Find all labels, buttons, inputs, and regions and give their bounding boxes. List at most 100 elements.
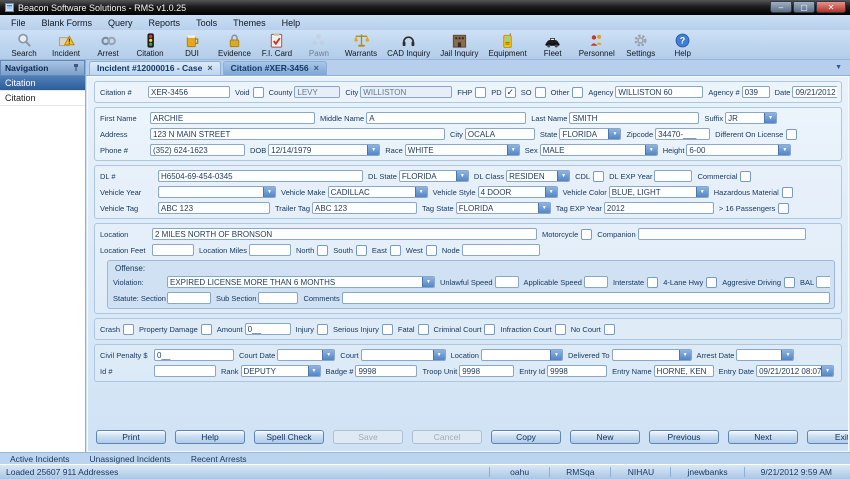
- print-button[interactable]: Print: [96, 430, 166, 444]
- exit-button[interactable]: Exit: [807, 430, 849, 444]
- violation-input[interactable]: EXPIRED LICENSE MORE THAN 6 MONTHS: [168, 277, 422, 287]
- serious-injury-checkbox[interactable]: [382, 324, 393, 335]
- tag-exp-year-input[interactable]: 2012: [604, 202, 714, 214]
- vehicle-tag-input[interactable]: ABC 123: [158, 202, 270, 214]
- dl-state-dropdown-icon[interactable]: ▼: [456, 171, 468, 181]
- dl-class-dropdown-icon[interactable]: ▼: [557, 171, 569, 181]
- vehicle-style-input[interactable]: 4 DOOR: [479, 187, 545, 197]
- tab-overflow-icon[interactable]: ▼: [835, 64, 842, 71]
- toolbar-evidence[interactable]: Evidence: [213, 32, 256, 58]
- so-checkbox[interactable]: [535, 87, 546, 98]
- unlawful-speed-input[interactable]: [495, 276, 519, 288]
- vehicle-year-dropdown-icon[interactable]: ▼: [263, 187, 275, 197]
- criminal-court-checkbox[interactable]: [484, 324, 495, 335]
- delivered-to-dropdown-icon[interactable]: ▼: [679, 350, 691, 360]
- companion-input[interactable]: [638, 228, 806, 240]
- north-checkbox[interactable]: [317, 245, 328, 256]
- middle-name-input[interactable]: A: [366, 112, 526, 124]
- toolbar-incident[interactable]: Incident: [45, 32, 87, 58]
- sub-section-input[interactable]: [258, 292, 298, 304]
- dl-state-input[interactable]: FLORIDA: [400, 171, 456, 181]
- suffix-dropdown-icon[interactable]: ▼: [764, 113, 776, 123]
- toolbar-personnel[interactable]: Personnel: [574, 32, 620, 58]
- toolbar-citation[interactable]: Citation: [129, 32, 171, 58]
- dl-number-input[interactable]: H6504-69-454-0345: [158, 170, 363, 182]
- bottom-tab-active-incidents[interactable]: Active Incidents: [10, 454, 70, 464]
- agency-input[interactable]: WILLISTON 60: [615, 86, 703, 98]
- location-input[interactable]: 2 MILES NORTH OF BRONSON: [152, 228, 537, 240]
- court-dropdown-icon[interactable]: ▼: [433, 350, 445, 360]
- different-on-license-checkbox[interactable]: [786, 129, 797, 140]
- menu-item-blank-forms[interactable]: Blank Forms: [34, 18, 101, 28]
- comments-input[interactable]: [342, 292, 830, 304]
- state-dropdown-icon[interactable]: ▼: [608, 129, 620, 139]
- toolbar-search[interactable]: Search: [3, 32, 45, 58]
- toolbar-jail-inquiry[interactable]: Jail Inquiry: [435, 32, 483, 58]
- toolbar-help[interactable]: ?Help: [662, 32, 704, 58]
- arrest-date-dropdown-icon[interactable]: ▼: [781, 350, 793, 360]
- citation-date-input[interactable]: 09/21/2012 08:05: [793, 87, 837, 97]
- toolbar-settings[interactable]: Settings: [620, 32, 662, 58]
- vehicle-color-input[interactable]: BLUE, LIGHT: [610, 187, 696, 197]
- new-button[interactable]: New: [570, 430, 640, 444]
- south-checkbox[interactable]: [356, 245, 367, 256]
- toolbar-dui[interactable]: DUI: [171, 32, 213, 58]
- toolbar-warrants[interactable]: Warrants: [340, 32, 382, 58]
- rank-dropdown-icon[interactable]: ▼: [308, 366, 320, 376]
- property-damage-checkbox[interactable]: [201, 324, 212, 335]
- id-number-input[interactable]: [154, 365, 216, 377]
- next-button[interactable]: Next: [728, 430, 798, 444]
- tag-state-input[interactable]: FLORIDA: [457, 203, 538, 213]
- maximize-button[interactable]: ▢: [793, 1, 815, 13]
- toolbar-pawn[interactable]: Pawn: [298, 32, 340, 58]
- race-input[interactable]: WHITE: [406, 145, 507, 155]
- cancel-button[interactable]: Cancel: [412, 430, 482, 444]
- sex-dropdown-icon[interactable]: ▼: [645, 145, 657, 155]
- pin-icon[interactable]: [72, 63, 80, 74]
- delivered-to-input[interactable]: [613, 350, 679, 360]
- city-input[interactable]: OCALA: [465, 128, 535, 140]
- rank-input[interactable]: DEPUTY: [242, 366, 308, 376]
- interstate-checkbox[interactable]: [647, 277, 658, 288]
- crash-checkbox[interactable]: [123, 324, 134, 335]
- void-checkbox[interactable]: [253, 87, 264, 98]
- tab-close-icon[interactable]: ×: [314, 64, 319, 72]
- first-name-input[interactable]: ARCHIE: [150, 112, 315, 124]
- civil-penalty-input[interactable]: 0__: [154, 349, 234, 361]
- commercial-checkbox[interactable]: [740, 171, 751, 182]
- entry-date-input[interactable]: 09/21/2012 08:07: [757, 366, 821, 376]
- court-date-input[interactable]: [278, 350, 322, 360]
- height-dropdown-icon[interactable]: ▼: [778, 145, 790, 155]
- height-input[interactable]: 6-00: [687, 145, 778, 155]
- badge-number-input[interactable]: 9998: [355, 365, 417, 377]
- help-button[interactable]: Help: [175, 430, 245, 444]
- sidebar-item-citation-0[interactable]: Citation: [0, 76, 85, 91]
- motorcycle-checkbox[interactable]: [581, 229, 592, 240]
- bottom-tab-unassigned-incidents[interactable]: Unassigned Incidents: [90, 454, 171, 464]
- vehicle-make-dropdown-icon[interactable]: ▼: [415, 187, 427, 197]
- applicable-speed-input[interactable]: [584, 276, 608, 288]
- hazardous-material-checkbox[interactable]: [782, 187, 793, 198]
- court-input[interactable]: [362, 350, 433, 360]
- phone-input[interactable]: (352) 624-1623: [150, 144, 245, 156]
- citation-number-input[interactable]: XER-3456: [148, 86, 230, 98]
- vehicle-style-dropdown-icon[interactable]: ▼: [545, 187, 557, 197]
- city-issued-input[interactable]: WILLISTON: [360, 86, 452, 98]
- copy-button[interactable]: Copy: [491, 430, 561, 444]
- fatal-checkbox[interactable]: [418, 324, 429, 335]
- over-16-passengers-checkbox[interactable]: [778, 203, 789, 214]
- dl-class-input[interactable]: RESIDEN: [507, 171, 557, 181]
- toolbar-equipment[interactable]: Equipment: [483, 32, 531, 58]
- injury-checkbox[interactable]: [317, 324, 328, 335]
- suffix-input[interactable]: JR: [726, 113, 764, 123]
- dl-exp-year-input[interactable]: [654, 170, 692, 182]
- toolbar-arrest[interactable]: Arrest: [87, 32, 129, 58]
- node-input[interactable]: [462, 244, 540, 256]
- statute-section-input[interactable]: [167, 292, 211, 304]
- menu-item-themes[interactable]: Themes: [225, 18, 274, 28]
- close-button[interactable]: ✕: [816, 1, 846, 13]
- tab-incident-12000016-case[interactable]: Incident #12000016 - Case×: [89, 61, 221, 75]
- location-miles-input[interactable]: [249, 244, 291, 256]
- vehicle-color-dropdown-icon[interactable]: ▼: [696, 187, 708, 197]
- court-location-input[interactable]: [482, 350, 550, 360]
